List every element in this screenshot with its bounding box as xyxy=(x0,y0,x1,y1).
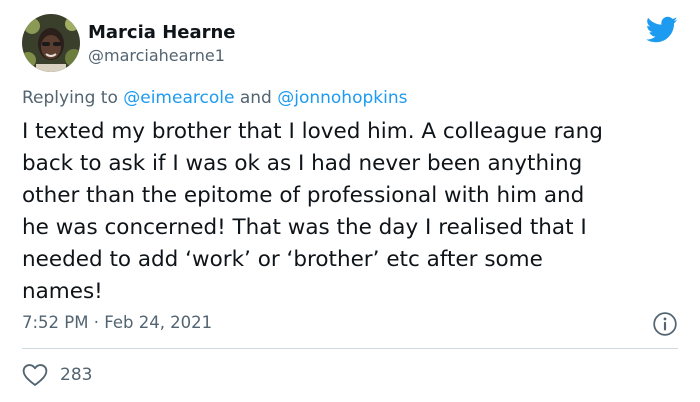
reply-context: Replying to @eimearcole and @jonnohopkin… xyxy=(22,87,407,109)
reply-joiner: and xyxy=(234,88,278,108)
avatar[interactable] xyxy=(22,14,80,72)
reply-user-link-1[interactable]: @eimearcole xyxy=(123,88,234,108)
tweet-time: 7:52 PM xyxy=(22,313,89,332)
tweet-text: I texted my brother that I loved him. A … xyxy=(22,119,603,304)
reply-user-link-2[interactable]: @jonnohopkins xyxy=(277,88,407,108)
reply-prefix: Replying to xyxy=(22,88,124,108)
author-name[interactable]: Marcia Hearne xyxy=(88,22,236,44)
author-handle[interactable]: @marciahearne1 xyxy=(88,46,225,66)
like-button[interactable]: 283 xyxy=(22,362,92,388)
tweet-date: Feb 24, 2021 xyxy=(104,313,213,332)
divider xyxy=(22,348,678,349)
timestamp[interactable]: 7:52 PM · Feb 24, 2021 xyxy=(22,312,212,334)
info-icon[interactable] xyxy=(652,311,678,337)
like-count: 283 xyxy=(60,365,93,385)
meta-separator: · xyxy=(88,313,105,332)
twitter-bird-icon[interactable] xyxy=(646,16,678,44)
heart-icon xyxy=(22,364,48,386)
